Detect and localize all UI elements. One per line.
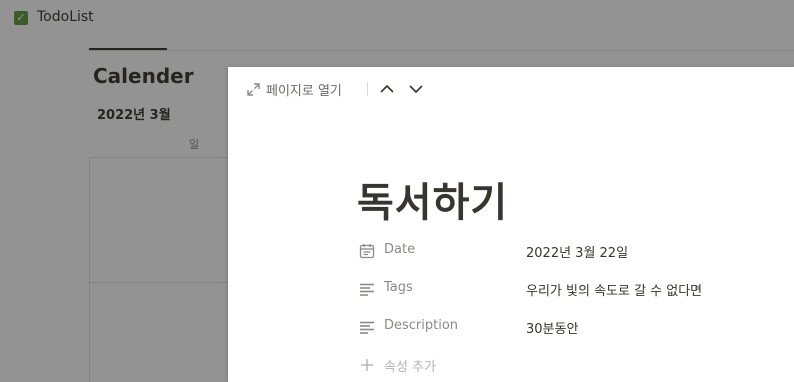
chevron-up-icon[interactable] [379, 81, 395, 97]
calendar-icon [359, 243, 375, 259]
open-as-page-button[interactable]: 페이지로 열기 [266, 80, 342, 99]
side-peek-panel: 페이지로 열기 독서하기 Date 2022년 3월 22일 Tags 우리가 … [228, 67, 794, 382]
property-value[interactable]: 2022년 3월 22일 [526, 242, 628, 261]
property-date[interactable]: Date 2022년 3월 22일 [357, 239, 787, 263]
add-property-label: 속성 추가 [384, 360, 436, 375]
expand-diagonal-icon[interactable] [247, 81, 260, 96]
property-value[interactable]: 30분동안 [526, 318, 578, 337]
toolbar-separator [367, 82, 368, 96]
property-tags[interactable]: Tags 우리가 빛의 속도로 갈 수 없다면 [357, 277, 787, 301]
property-description[interactable]: Description 30분동안 [357, 315, 787, 339]
text-lines-icon [359, 281, 375, 297]
page-title[interactable]: 독서하기 [357, 170, 508, 228]
property-name: Tags [384, 280, 413, 295]
property-name: Date [384, 242, 416, 257]
property-name: Description [384, 318, 459, 333]
property-value[interactable]: 우리가 빛의 속도로 갈 수 없다면 [526, 280, 702, 299]
add-property-button[interactable]: 속성 추가 [357, 354, 497, 376]
panel-toolbar: 페이지로 열기 [228, 67, 794, 111]
plus-icon [360, 357, 374, 371]
text-lines-icon [359, 319, 375, 335]
chevron-down-icon[interactable] [408, 81, 424, 97]
